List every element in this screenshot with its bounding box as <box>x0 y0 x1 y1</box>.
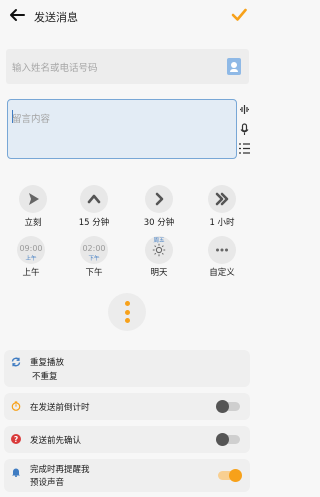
send-30-minutes-label: 30 分钟 <box>143 218 175 228</box>
morning-time: 09:00 <box>19 244 43 253</box>
morning-label: 上午 <box>22 268 40 278</box>
send-1-hour-button[interactable] <box>208 185 236 213</box>
more-dot <box>125 318 130 323</box>
countdown-label: 在发送前倒计时 <box>30 403 90 413</box>
template-list-icon[interactable] <box>238 142 251 155</box>
confirm-check-icon[interactable] <box>230 6 248 24</box>
afternoon-sub-label: 下午 <box>88 256 100 262</box>
confirm-setting-card[interactable]: ? 发送前先确认 <box>4 426 250 453</box>
chevron-up-icon <box>87 194 101 204</box>
message-field[interactable]: 留言内容 <box>7 99 237 159</box>
confirm-label: 发送前先确认 <box>30 436 82 446</box>
repeat-icon <box>11 357 21 367</box>
afternoon-option-button[interactable]: 02:00 下午 <box>80 236 108 264</box>
timer-icon <box>11 401 21 411</box>
send-now-button[interactable] <box>19 185 47 213</box>
send-15-minutes-label: 15 分钟 <box>78 218 110 228</box>
confirm-toggle[interactable] <box>216 433 240 446</box>
remind-label: 完成时再提醒我 <box>30 465 90 475</box>
chevron-right-icon <box>155 192 164 206</box>
repeat-title: 重复播放 <box>30 358 65 368</box>
toggle-knob <box>216 433 229 446</box>
afternoon-time: 02:00 <box>82 244 106 253</box>
recipient-field[interactable]: 输入姓名或电话号码 <box>6 49 249 84</box>
send-now-label: 立刻 <box>24 218 42 228</box>
message-placeholder: 留言内容 <box>12 114 51 125</box>
contact-picker-icon[interactable] <box>227 58 241 75</box>
repeat-setting-card[interactable]: 重复播放 不重复 <box>4 350 250 387</box>
send-icon <box>29 193 39 205</box>
double-chevron-right-icon <box>215 192 229 206</box>
morning-option-button[interactable]: 09:00 上午 <box>17 236 45 264</box>
remind-toggle[interactable] <box>218 469 242 482</box>
back-arrow-icon[interactable] <box>8 6 26 24</box>
microphone-icon[interactable] <box>238 123 251 136</box>
more-dot <box>125 309 130 315</box>
custom-label: 自定义 <box>209 268 235 278</box>
repeat-value: 不重复 <box>32 372 58 382</box>
toggle-knob <box>229 469 242 482</box>
page-title: 发送消息 <box>34 11 78 24</box>
send-1-hour-label: 1 小时 <box>209 218 235 228</box>
sun-icon <box>152 243 166 257</box>
question-icon: ? <box>11 434 21 444</box>
more-horizontal-icon <box>216 248 228 252</box>
countdown-toggle[interactable] <box>216 400 240 413</box>
remind-setting-card[interactable]: 完成时再提醒我 预设声音 <box>4 459 250 492</box>
send-30-minutes-button[interactable] <box>145 185 173 213</box>
more-dot <box>125 301 130 306</box>
tomorrow-option-button[interactable]: 周五 <box>145 236 173 264</box>
tomorrow-label: 明天 <box>150 268 168 278</box>
remind-sound-label: 预设声音 <box>30 478 65 488</box>
bell-icon <box>12 468 20 477</box>
svg-text:?: ? <box>14 435 18 444</box>
voice-wave-icon[interactable] <box>238 103 251 116</box>
custom-option-button[interactable] <box>208 236 236 264</box>
countdown-setting-card[interactable]: 在发送前倒计时 <box>4 393 250 420</box>
toggle-knob <box>216 400 229 413</box>
morning-sub-label: 上午 <box>25 256 37 262</box>
send-15-minutes-button[interactable] <box>80 185 108 213</box>
afternoon-label: 下午 <box>85 268 103 278</box>
recipient-placeholder: 输入姓名或电话号码 <box>12 63 98 74</box>
more-options-button[interactable] <box>108 293 146 331</box>
